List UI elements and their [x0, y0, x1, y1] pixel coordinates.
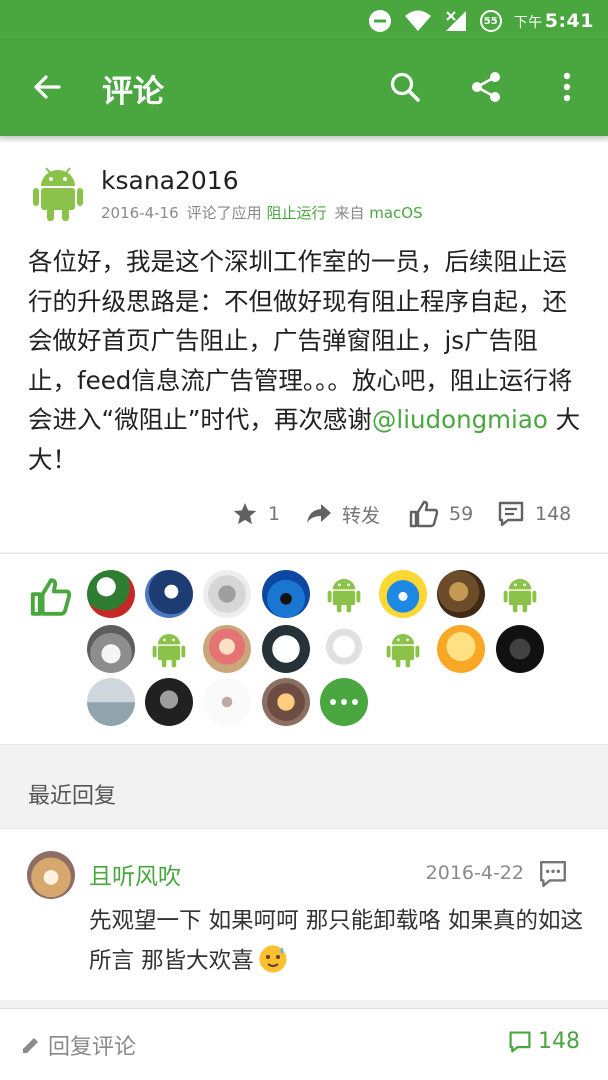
- reply-comment-icon[interactable]: [538, 859, 568, 889]
- liker-avatar[interactable]: [437, 625, 485, 673]
- battery-badge: 55: [479, 10, 502, 32]
- liker-avatar[interactable]: [145, 570, 193, 618]
- comment-card: ksana2016 2016-4-16 评论了应用 阻止运行 来自 macOS 各位…: [0, 142, 608, 552]
- comment-meta: 2016-4-16 评论了应用 阻止运行 来自 macOS: [101, 204, 423, 222]
- thumb-up-icon: [409, 500, 439, 528]
- comment-icon: [498, 501, 524, 527]
- app-link[interactable]: 阻止运行: [266, 204, 326, 222]
- reply-text: 先观望一下 如果呵呵 那只能卸载咯 如果真的如这所言 那皆大欢喜: [89, 908, 583, 974]
- android-avatar-icon[interactable]: [379, 625, 427, 673]
- app-bar: 评论: [0, 40, 608, 136]
- liker-avatar[interactable]: [320, 625, 368, 673]
- star-icon: [233, 502, 257, 525]
- liker-avatar[interactable]: [87, 570, 135, 618]
- do-not-disturb-icon: [368, 10, 391, 32]
- comment-actions: 1 转发 59 148: [0, 494, 608, 534]
- page-title: 评论: [102, 74, 164, 110]
- reply-date: 2016-4-22: [425, 862, 524, 884]
- search-icon[interactable]: [382, 64, 428, 110]
- liker-avatar[interactable]: [262, 678, 310, 726]
- wifi-icon: [404, 10, 431, 31]
- reply-username[interactable]: 且听风吹: [89, 857, 181, 891]
- reply-avatar[interactable]: [27, 851, 75, 899]
- liker-avatar[interactable]: [87, 678, 135, 726]
- comment-icon: [509, 1030, 531, 1053]
- platform-link[interactable]: macOS: [369, 204, 422, 222]
- thumb-up-icon: [30, 578, 72, 616]
- forward-button[interactable]: 转发: [306, 494, 380, 534]
- android-avatar-icon[interactable]: [320, 570, 368, 618]
- bottom-bar: 回复评论 148: [0, 1008, 608, 1080]
- pencil-icon: [23, 1038, 38, 1053]
- sweat-smile-emoji-icon: [259, 945, 287, 973]
- liker-avatar[interactable]: [203, 625, 251, 673]
- share-icon[interactable]: [463, 64, 509, 110]
- forward-icon: [307, 504, 331, 523]
- like-button[interactable]: 59: [409, 494, 473, 534]
- comment-count-link[interactable]: 148: [508, 1029, 580, 1054]
- liker-avatar[interactable]: [203, 678, 251, 726]
- reply-item[interactable]: 且听风吹 2016-4-22 先观望一下 如果呵呵 那只能卸载咯 如果真的如这所…: [0, 828, 608, 1000]
- mention-link[interactable]: @liudongmiao: [372, 405, 548, 434]
- comment-body: 各位好，我是这个深圳工作室的一员，后续阻止运行的升级思路是：不但做好现有阻止程序…: [28, 247, 581, 474]
- more-vert-icon[interactable]: [544, 64, 590, 110]
- star-button[interactable]: 1: [232, 494, 280, 534]
- liker-avatar[interactable]: [145, 678, 193, 726]
- liker-avatar[interactable]: [262, 625, 310, 673]
- back-arrow-icon[interactable]: [24, 64, 70, 110]
- liker-avatar[interactable]: [379, 570, 427, 618]
- more-likers-button[interactable]: [320, 678, 368, 726]
- recent-replies-title: 最近回复: [28, 784, 117, 809]
- liker-avatar[interactable]: [496, 625, 544, 673]
- reply-comment-button[interactable]: 回复评论: [20, 1029, 136, 1061]
- liker-avatar[interactable]: [437, 570, 485, 618]
- liker-avatar[interactable]: [262, 570, 310, 618]
- username[interactable]: ksana2016: [101, 166, 239, 195]
- signal-icon: [445, 11, 466, 31]
- comment-count-button[interactable]: 148: [497, 494, 571, 534]
- android-avatar-icon[interactable]: [32, 164, 84, 222]
- status-time: 下午 5:41: [513, 10, 594, 32]
- liker-avatar[interactable]: [203, 570, 251, 618]
- status-bar: 55 下午 5:41: [0, 0, 608, 40]
- liker-avatar[interactable]: [87, 625, 135, 673]
- android-avatar-icon[interactable]: [145, 625, 193, 673]
- likers-section: [0, 553, 608, 745]
- android-avatar-icon[interactable]: [496, 570, 544, 618]
